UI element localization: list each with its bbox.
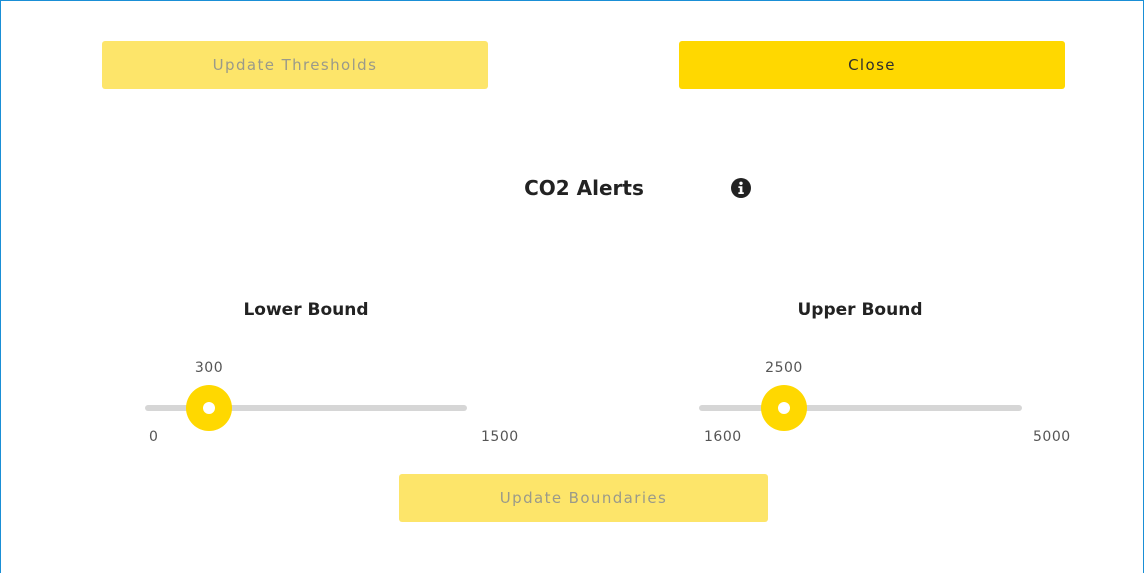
close-button[interactable]: Close [679,41,1065,89]
page-title: CO2 Alerts [524,176,644,200]
slider-value-label: 300 [194,360,224,376]
upper-bound-min-label: 1600 [704,429,742,445]
dialog-frame: Update Thresholds Close CO2 Alerts Lower… [0,0,1144,573]
upper-bound-max-label: 5000 [1033,429,1071,445]
update-thresholds-button[interactable]: Update Thresholds [102,41,488,89]
slider-track[interactable] [699,405,1022,411]
lower-bound-max-label: 1500 [481,429,519,445]
slider-thumb[interactable] [761,385,807,431]
lower-bound-slider[interactable]: 300 [145,360,467,441]
slider-value-label: 2500 [765,360,803,376]
upper-bound-label: Upper Bound [797,300,923,320]
info-icon[interactable] [730,177,752,199]
upper-bound-slider[interactable]: 2500 [699,360,1022,441]
slider-thumb[interactable] [186,385,232,431]
lower-bound-label: Lower Bound [243,300,369,320]
lower-bound-min-label: 0 [149,429,159,445]
update-boundaries-button[interactable]: Update Boundaries [399,474,768,522]
